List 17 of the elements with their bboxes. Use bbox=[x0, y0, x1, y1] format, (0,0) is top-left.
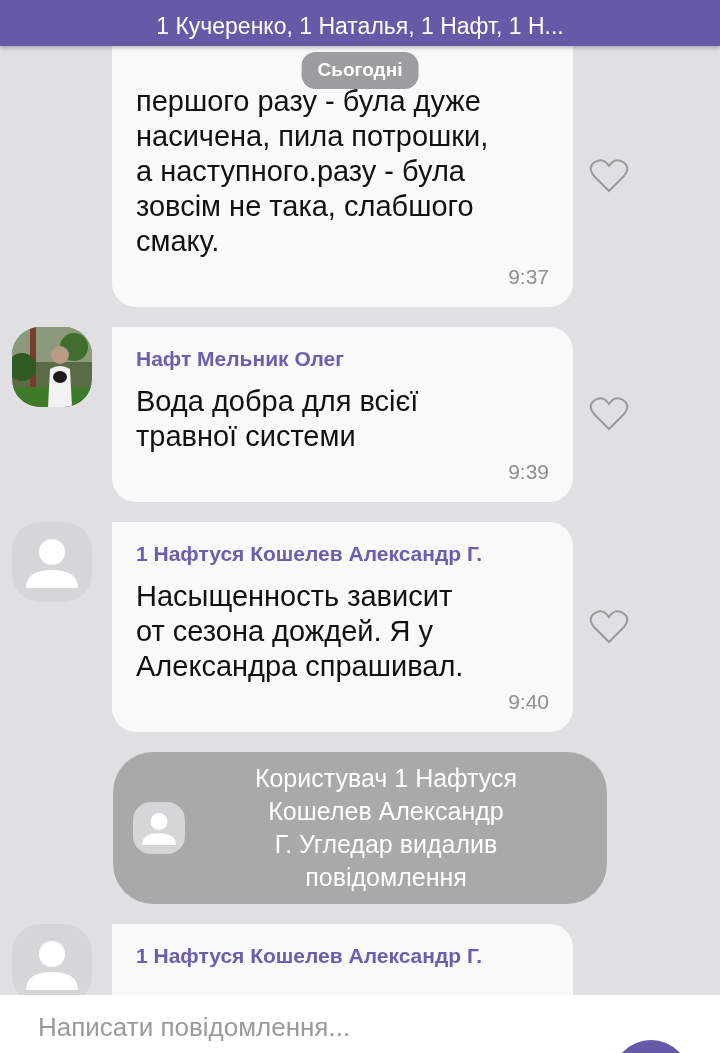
sender-name: 1 Нафтуся Кошелев Александр Г. bbox=[136, 540, 484, 567]
avatar-icon bbox=[133, 801, 185, 854]
chat-members: 1 Кучеренко, 1 Наталья, 1 Нафт, 1 Н... bbox=[156, 15, 564, 38]
heart-icon[interactable] bbox=[589, 396, 629, 432]
date-label: Сьогодні bbox=[301, 52, 419, 89]
notice-text: Користувач 1 Нафтуся Кошелев Александр Г. Угледар видалив повідомлення bbox=[253, 762, 519, 893]
message-time: 9:40 bbox=[507, 689, 549, 715]
message-text: Вода добра для всієї травної системи bbox=[136, 384, 420, 454]
heart-icon[interactable] bbox=[589, 608, 629, 645]
message-time: 9:39 bbox=[507, 459, 549, 485]
sender-name: 1 Нафтуся Кошелев Александр Г. bbox=[136, 942, 484, 969]
sender-name: Нафт Мельник Олег bbox=[136, 345, 345, 372]
heart-icon[interactable] bbox=[589, 158, 629, 195]
message-text: Насыщенность зависит от сезона дождей. Я у Александра спрашивал. bbox=[136, 579, 465, 684]
message-input[interactable]: Написати повідомлення... bbox=[0, 1007, 560, 1047]
message-time: 9:37 bbox=[507, 264, 549, 290]
message-field[interactable]: Написати повідомлення... bbox=[0, 995, 720, 1053]
